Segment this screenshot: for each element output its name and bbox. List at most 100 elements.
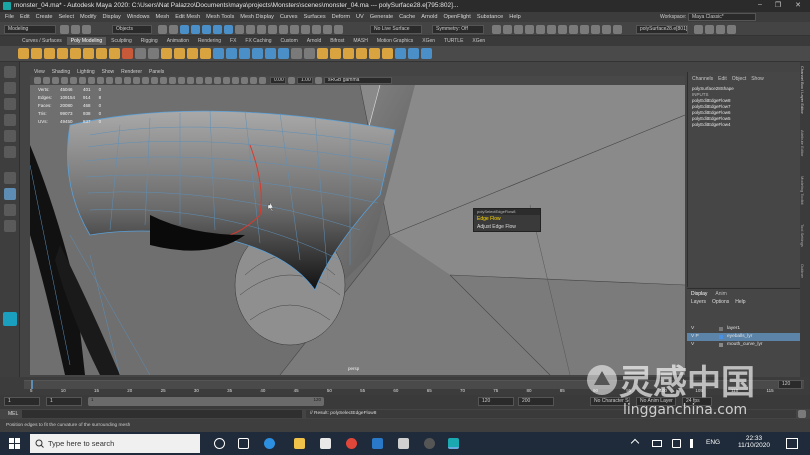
- maximize-button[interactable]: ❐: [772, 1, 784, 9]
- snap-grid-icon[interactable]: [235, 25, 244, 34]
- tray-chevron-icon[interactable]: [630, 438, 640, 448]
- input-node[interactable]: polyEditEdgeFlow4: [692, 122, 796, 128]
- menu-deform[interactable]: Deform: [332, 14, 350, 20]
- planar-map-icon[interactable]: [356, 48, 367, 59]
- snap-curve-icon[interactable]: [246, 25, 255, 34]
- input-language[interactable]: ENG: [706, 439, 720, 446]
- channel-box-icon[interactable]: [716, 25, 725, 34]
- photos-icon[interactable]: [398, 438, 409, 449]
- tab-poly-modeling[interactable]: Poly Modeling: [66, 37, 107, 45]
- range-end-field[interactable]: 120: [478, 397, 514, 406]
- layer-tab-display[interactable]: Display: [691, 291, 707, 297]
- shaded-icon[interactable]: [558, 25, 567, 34]
- close-button[interactable]: ✕: [792, 1, 804, 9]
- range-start-field[interactable]: 1: [46, 397, 82, 406]
- center-pivot-icon[interactable]: [421, 48, 432, 59]
- light-icon[interactable]: [525, 25, 534, 34]
- poly-cone-icon[interactable]: [57, 48, 68, 59]
- snap-view-icon[interactable]: [268, 25, 277, 34]
- edge-flow-item[interactable]: Edge Flow: [474, 215, 540, 223]
- resolution-gate-icon[interactable]: [106, 77, 113, 84]
- sculpt-icon[interactable]: [503, 25, 512, 34]
- adjust-edge-flow-item[interactable]: Adjust Edge Flow: [474, 223, 540, 231]
- paint-select-icon[interactable]: [3, 98, 16, 110]
- two-d-pan-icon[interactable]: [70, 77, 77, 84]
- outliner-icon[interactable]: [727, 25, 736, 34]
- menu-mesh-display[interactable]: Mesh Display: [240, 14, 274, 20]
- layer-tab-anim[interactable]: Anim: [715, 291, 726, 297]
- texture-icon[interactable]: [569, 25, 578, 34]
- selection-mode-dropdown[interactable]: Objects: [112, 25, 152, 34]
- poly-disc-icon[interactable]: [96, 48, 107, 59]
- boolean-icon[interactable]: [200, 48, 211, 59]
- folder-icon[interactable]: [60, 25, 69, 34]
- end-time-field[interactable]: 200: [518, 397, 554, 406]
- layer-color-swatch[interactable]: [719, 335, 723, 339]
- menu-curves[interactable]: Curves: [280, 14, 298, 20]
- select-component-icon[interactable]: [180, 25, 189, 34]
- platonic-icon[interactable]: [109, 48, 120, 59]
- xray-icon[interactable]: [580, 25, 589, 34]
- layer-row-mouth-curve[interactable]: V mouth_curve_lyr: [687, 341, 800, 349]
- vp-grid-icon[interactable]: [88, 77, 95, 84]
- viewport-3d[interactable]: [30, 85, 685, 375]
- windows-start-icon[interactable]: [9, 438, 20, 449]
- vp-menu-renderer[interactable]: Renderer: [121, 69, 142, 75]
- undo-icon[interactable]: [82, 25, 91, 34]
- menu-select[interactable]: Select: [58, 14, 74, 20]
- menu-mesh[interactable]: Mesh: [156, 14, 170, 20]
- use-all-lights-icon[interactable]: [178, 77, 185, 84]
- vp-menu-show[interactable]: Show: [102, 69, 115, 75]
- append-icon[interactable]: [278, 48, 289, 59]
- exposure-field[interactable]: 0.00: [270, 77, 286, 84]
- uv-editor-icon[interactable]: [343, 48, 354, 59]
- store-icon[interactable]: [320, 438, 331, 449]
- grease-pencil-icon[interactable]: [79, 77, 86, 84]
- combine-icon[interactable]: [161, 48, 172, 59]
- cortana-icon[interactable]: [214, 438, 225, 449]
- script-lang-toggle[interactable]: MEL: [8, 411, 18, 417]
- wireframe-icon[interactable]: [547, 25, 556, 34]
- poly-cylinder-icon[interactable]: [44, 48, 55, 59]
- separate-icon[interactable]: [174, 48, 185, 59]
- select-tool-icon[interactable]: [3, 66, 16, 78]
- name-field[interactable]: polySurface28.e[801]: [636, 25, 688, 34]
- layer-menu-options[interactable]: Options: [712, 299, 729, 305]
- menu-edit-mesh[interactable]: Edit Mesh: [175, 14, 200, 20]
- gamma-field[interactable]: 1.00: [297, 77, 313, 84]
- modeling-toolkit-icon[interactable]: [705, 25, 714, 34]
- select-hierarchy-icon[interactable]: [158, 25, 167, 34]
- vp-menu-view[interactable]: View: [34, 69, 45, 75]
- vp-xray-icon[interactable]: [241, 77, 248, 84]
- poly-sphere-icon[interactable]: [18, 48, 29, 59]
- image-plane-icon[interactable]: [61, 77, 68, 84]
- bridge-icon[interactable]: [239, 48, 250, 59]
- freeze-icon[interactable]: [408, 48, 419, 59]
- textured-icon[interactable]: [169, 77, 176, 84]
- layer-visibility-toggle[interactable]: V P: [691, 333, 699, 341]
- text-icon[interactable]: [135, 48, 146, 59]
- face-mask-icon[interactable]: [213, 25, 222, 34]
- file-explorer-icon[interactable]: [294, 438, 305, 449]
- xray-components-icon[interactable]: [259, 77, 266, 84]
- gate-mask-icon[interactable]: [115, 77, 122, 84]
- menu-help[interactable]: Help: [509, 14, 521, 20]
- unfold-icon[interactable]: [382, 48, 393, 59]
- vp-menu-shading[interactable]: Shading: [52, 69, 70, 75]
- tab-turtle[interactable]: TURTLE: [440, 37, 467, 45]
- gamma-icon[interactable]: [288, 77, 295, 84]
- cb-tab-show[interactable]: Show: [751, 76, 764, 82]
- screen-space-ao-icon[interactable]: [196, 77, 203, 84]
- current-time-marker[interactable]: [31, 380, 33, 389]
- tab-attribute-editor[interactable]: Attribute Editor: [800, 130, 805, 170]
- auto-seams-icon[interactable]: [369, 48, 380, 59]
- layer-menu-layers[interactable]: Layers: [691, 299, 706, 305]
- tab-custom[interactable]: Custom: [277, 37, 302, 45]
- delete-history-icon[interactable]: [395, 48, 406, 59]
- super-shape-icon[interactable]: [122, 48, 133, 59]
- layer-color-swatch[interactable]: [719, 343, 723, 347]
- snap-point-icon[interactable]: [257, 25, 266, 34]
- tab-curves-surfaces[interactable]: Curves / Surfaces: [18, 37, 66, 45]
- sign-in-icon[interactable]: [694, 25, 703, 34]
- rotate-tool-icon[interactable]: [3, 130, 16, 142]
